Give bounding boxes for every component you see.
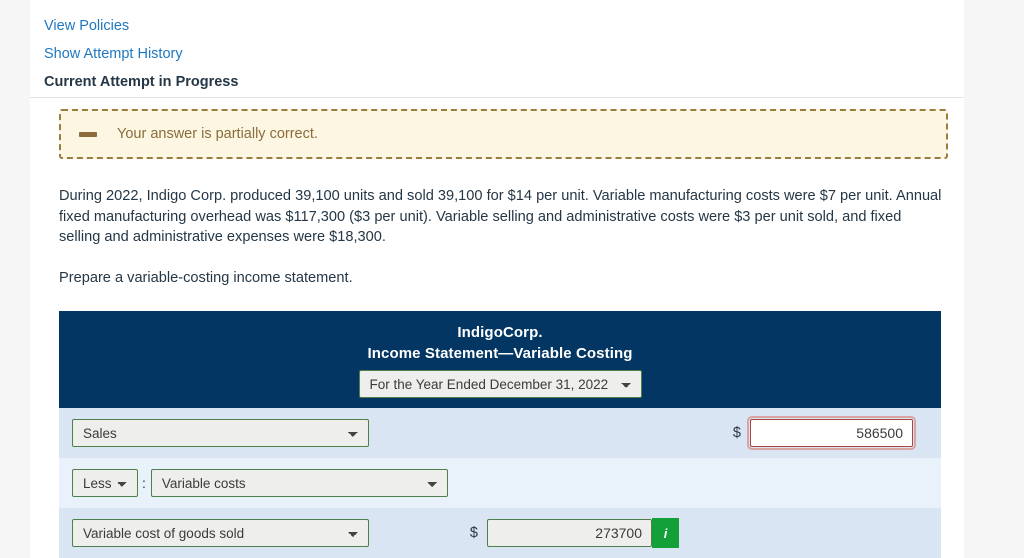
table-row: Sales $ — [59, 408, 941, 458]
table-row: Variable cost of goods sold $ i — [59, 508, 941, 558]
info-icon[interactable]: i — [652, 518, 679, 548]
view-policies-link[interactable]: View Policies — [44, 19, 129, 34]
account-select-variable-cogs[interactable]: Variable cost of goods sold — [72, 519, 369, 547]
section-divider — [30, 97, 964, 98]
statement-header: IndigoCorp. Income Statement—Variable Co… — [59, 311, 941, 408]
account-select-variable-costs[interactable]: Variable costs — [150, 469, 448, 497]
account-select-sales[interactable]: Sales — [72, 419, 369, 447]
row-amount-cell: $ — [732, 416, 916, 450]
less-add-select[interactable]: Less — [72, 469, 138, 497]
minus-icon — [79, 131, 97, 137]
show-attempt-history-link[interactable]: Show Attempt History — [44, 47, 183, 62]
row-amount-cell: $ i — [470, 518, 679, 548]
table-row: Less : Variable costs — [59, 458, 941, 508]
partially-correct-alert: Your answer is partially correct. — [59, 109, 948, 159]
income-statement-table: IndigoCorp. Income Statement—Variable Co… — [59, 311, 941, 558]
problem-instruction-text: Prepare a variable-costing income statem… — [59, 270, 353, 286]
row-account-cell: Less : Variable costs — [59, 469, 448, 497]
period-select[interactable]: For the Year Ended December 31, 2022 — [358, 370, 642, 398]
amount-input-sales[interactable] — [747, 416, 916, 450]
alert-message: Your answer is partially correct. — [117, 126, 318, 142]
row-account-cell: Sales — [59, 419, 369, 447]
colon-separator: : — [142, 475, 146, 491]
statement-title: Income Statement—Variable Costing — [367, 345, 633, 362]
row-account-cell: Variable cost of goods sold — [59, 519, 369, 547]
page-root: View Policies Show Attempt History Curre… — [0, 0, 1024, 558]
company-name: IndigoCorp. — [457, 324, 543, 341]
problem-statement-text: During 2022, Indigo Corp. produced 39,10… — [59, 188, 942, 246]
amount-input-variable-cogs[interactable] — [487, 519, 652, 547]
currency-symbol: $ — [469, 525, 478, 541]
currency-symbol: $ — [732, 425, 741, 441]
current-attempt-heading: Current Attempt in Progress — [44, 74, 239, 90]
